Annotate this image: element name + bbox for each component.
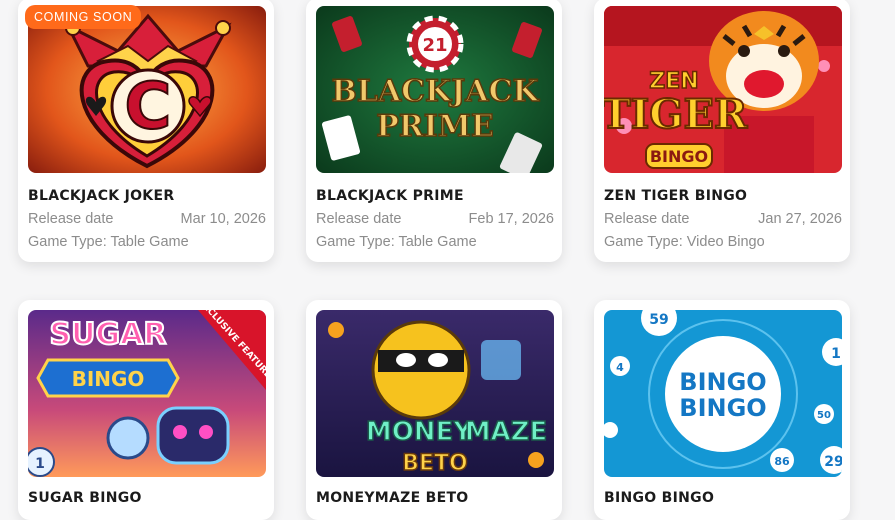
game-thumbnail[interactable]: 21 BLACKJACK PRIME <box>316 6 554 173</box>
game-title[interactable]: BLACKJACK PRIME <box>316 188 464 204</box>
release-date-row: Release date Jan 27, 2026 <box>604 211 842 227</box>
game-title[interactable]: BINGO BINGO <box>604 490 714 506</box>
svg-text:29: 29 <box>824 454 842 470</box>
game-thumbnail[interactable]: MONEY MAZE BETO <box>316 310 554 477</box>
release-date-value: Mar 10, 2026 <box>180 211 266 227</box>
svg-text:PRIME: PRIME <box>376 109 494 144</box>
release-date-label: Release date <box>28 211 114 227</box>
game-title[interactable]: BLACKJACK JOKER <box>28 188 174 204</box>
release-date-label: Release date <box>604 211 690 227</box>
sugar-bingo-art: SUGAR BINGO EXCLUSIVE FEATURE 1 <box>28 310 266 477</box>
svg-text:86: 86 <box>774 455 790 468</box>
svg-text:1: 1 <box>831 346 841 362</box>
svg-text:BETO: BETO <box>402 451 468 476</box>
release-date-value: Feb 17, 2026 <box>468 211 554 227</box>
coming-soon-badge: COMING SOON <box>25 5 142 29</box>
game-card-moneymaze-beto[interactable]: MONEY MAZE BETO MONEYMAZE BETO <box>306 300 562 520</box>
blackjack-joker-art: C <box>28 6 266 173</box>
bingo-bingo-art: BINGO BINGO 59 4 1 50 86 29 <box>604 310 842 477</box>
release-date-row: Release date Mar 10, 2026 <box>28 211 266 227</box>
game-card-sugar-bingo[interactable]: SUGAR BINGO EXCLUSIVE FEATURE 1 SUGAR BI… <box>18 300 274 520</box>
game-title[interactable]: ZEN TIGER BINGO <box>604 188 747 204</box>
svg-text:BINGO: BINGO <box>679 394 766 422</box>
release-date-value: Jan 27, 2026 <box>758 211 842 227</box>
svg-text:TIGER: TIGER <box>604 91 748 138</box>
game-type: Game Type: Table Game <box>316 234 477 250</box>
game-thumbnail[interactable]: ZEN TIGER BINGO <box>604 6 842 173</box>
svg-text:BINGO: BINGO <box>679 368 766 396</box>
game-type: Game Type: Table Game <box>28 234 189 250</box>
game-title[interactable]: MONEYMAZE BETO <box>316 490 469 506</box>
svg-text:21: 21 <box>422 35 447 56</box>
moneymaze-beto-art: MONEY MAZE BETO <box>316 310 554 477</box>
game-card-zen-tiger-bingo[interactable]: ZEN TIGER BINGO ZEN TIGER BINGO Release … <box>594 0 850 262</box>
blackjack-prime-art: 21 BLACKJACK PRIME <box>316 6 554 173</box>
svg-text:4: 4 <box>616 361 624 374</box>
svg-text:MAZE: MAZE <box>465 417 548 447</box>
game-title[interactable]: SUGAR BINGO <box>28 490 142 506</box>
svg-text:MONEY: MONEY <box>366 417 473 447</box>
release-date-label: Release date <box>316 211 402 227</box>
zen-tiger-bingo-art: ZEN TIGER BINGO <box>604 6 842 173</box>
svg-text:59: 59 <box>649 312 668 328</box>
svg-text:SUGAR: SUGAR <box>50 317 167 352</box>
game-thumbnail[interactable]: BINGO BINGO 59 4 1 50 86 29 <box>604 310 842 477</box>
game-thumbnail[interactable]: C <box>28 6 266 173</box>
game-card-blackjack-joker[interactable]: C BLACKJACK JOKER Release date Mar 10, 2… <box>18 0 274 262</box>
svg-text:BINGO: BINGO <box>650 147 708 166</box>
game-card-blackjack-prime[interactable]: 21 BLACKJACK PRIME BLACKJACK PRIME Relea… <box>306 0 562 262</box>
svg-text:1: 1 <box>35 456 45 472</box>
game-type: Game Type: Video Bingo <box>604 234 765 250</box>
svg-text:BLACKJACK: BLACKJACK <box>331 74 539 109</box>
game-thumbnail[interactable]: SUGAR BINGO EXCLUSIVE FEATURE 1 <box>28 310 266 477</box>
svg-text:BINGO: BINGO <box>72 367 145 391</box>
game-card-bingo-bingo[interactable]: BINGO BINGO 59 4 1 50 86 29 BINGO BINGO <box>594 300 850 520</box>
svg-text:50: 50 <box>817 410 831 421</box>
release-date-row: Release date Feb 17, 2026 <box>316 211 554 227</box>
svg-text:C: C <box>125 70 172 144</box>
